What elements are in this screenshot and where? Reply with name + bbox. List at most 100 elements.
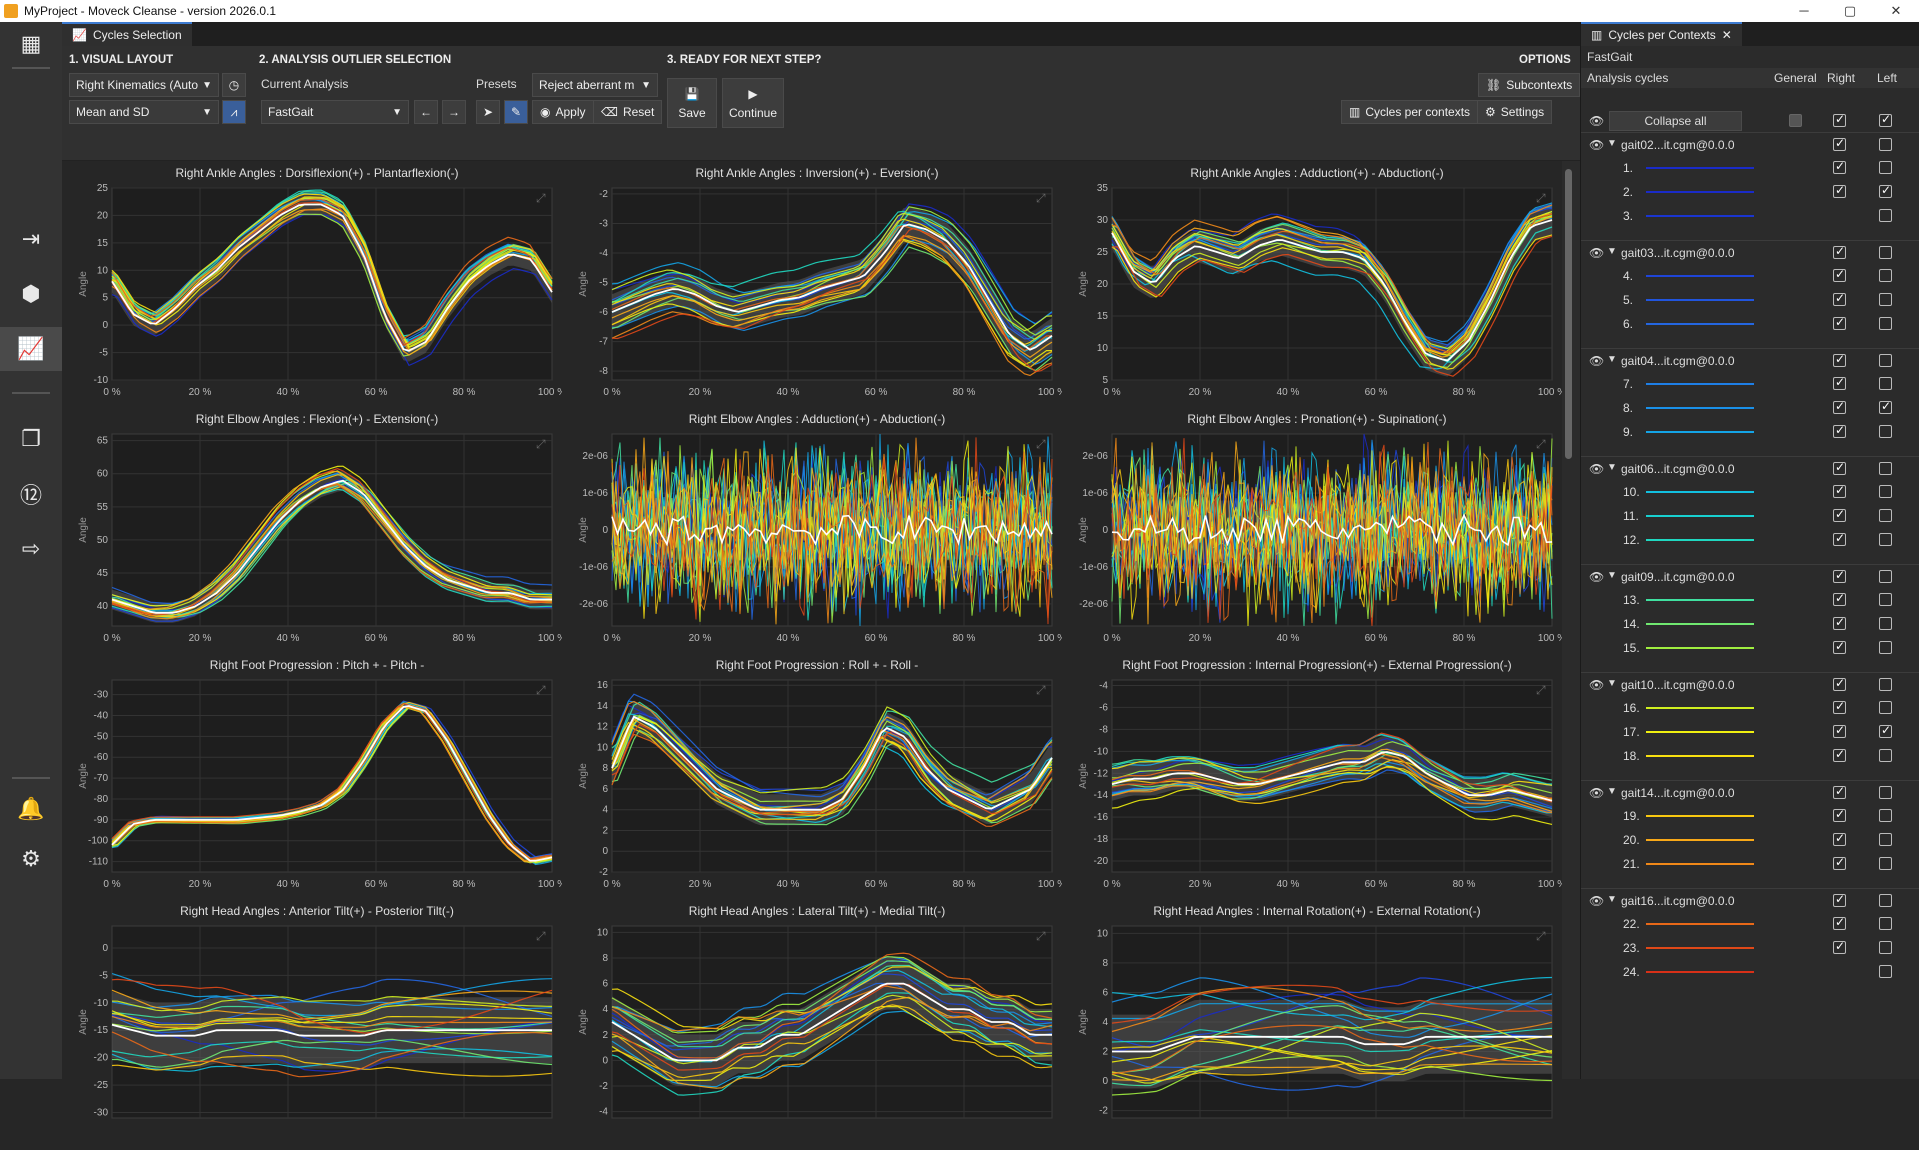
cycle-left-checkbox[interactable] xyxy=(1879,941,1892,954)
eye-icon[interactable]: 👁 xyxy=(1589,138,1604,152)
cycle-left-checkbox[interactable] xyxy=(1879,641,1892,654)
group-right-checkbox[interactable] xyxy=(1833,352,1846,367)
eye-icon[interactable]: 👁 xyxy=(1589,114,1604,128)
expand-icon[interactable]: ⤢ xyxy=(1535,683,1546,697)
tab-cycles-selection[interactable]: 📈 Cycles Selection xyxy=(62,22,192,46)
cycle-left-checkbox[interactable] xyxy=(1879,617,1892,630)
cycle-left-checkbox[interactable] xyxy=(1879,533,1892,546)
cycle-left-checkbox[interactable] xyxy=(1879,857,1892,870)
plot-panel[interactable]: Right Ankle Angles : Adduction(+) - Abdu… xyxy=(1072,166,1562,412)
close-button[interactable]: ✕ xyxy=(1873,3,1919,19)
cycle-right-checkbox[interactable] xyxy=(1833,747,1846,762)
expand-icon[interactable]: ⤢ xyxy=(1035,683,1046,697)
cycle-left-checkbox[interactable] xyxy=(1879,399,1892,414)
previous-button[interactable]: ← xyxy=(414,100,438,124)
plot-panel[interactable]: Right Ankle Angles : Inversion(+) - Ever… xyxy=(572,166,1062,412)
expand-triangle-icon[interactable]: ▼ xyxy=(1607,570,1617,581)
plot-panel[interactable]: Right Elbow Angles : Flexion(+) - Extens… xyxy=(72,412,562,658)
bell-icon[interactable]: 🔔 xyxy=(0,787,62,831)
cycles-per-contexts-button[interactable]: ▥ Cycles per contexts xyxy=(1341,100,1479,124)
import-icon[interactable]: ⇥ xyxy=(0,217,62,261)
settings-button[interactable]: ⚙ Settings xyxy=(1477,100,1553,124)
group-right-checkbox[interactable] xyxy=(1833,784,1846,799)
expand-icon[interactable]: ⤢ xyxy=(1535,437,1546,451)
cycle-left-checkbox[interactable] xyxy=(1879,749,1892,762)
group-left-checkbox[interactable] xyxy=(1879,894,1892,907)
expand-triangle-icon[interactable]: ▼ xyxy=(1607,462,1617,473)
plot-panel[interactable]: Right Head Angles : Anterior Tilt(+) - P… xyxy=(72,904,562,1150)
save-button[interactable]: 💾 Save xyxy=(667,78,717,128)
cycle-left-checkbox[interactable] xyxy=(1879,425,1892,438)
eye-icon[interactable]: 👁 xyxy=(1589,462,1604,476)
cycle-left-checkbox[interactable] xyxy=(1879,293,1892,306)
expand-triangle-icon[interactable]: ▼ xyxy=(1607,894,1617,905)
close-icon[interactable]: ✕ xyxy=(1722,28,1732,42)
group-right-checkbox[interactable] xyxy=(1833,244,1846,259)
next-button[interactable]: → xyxy=(442,100,466,124)
cycle-left-checkbox[interactable] xyxy=(1879,161,1892,174)
cycle-left-checkbox[interactable] xyxy=(1879,723,1892,738)
cycle-left-checkbox[interactable] xyxy=(1879,509,1892,522)
group-left-checkbox[interactable] xyxy=(1879,678,1892,691)
plot-panel[interactable]: Right Elbow Angles : Pronation(+) - Supi… xyxy=(1072,412,1562,658)
cycle-right-checkbox[interactable] xyxy=(1833,267,1846,282)
expand-triangle-icon[interactable]: ▼ xyxy=(1607,354,1617,365)
left-all-checkbox[interactable] xyxy=(1879,112,1892,127)
cycle-left-checkbox[interactable] xyxy=(1879,701,1892,714)
group-left-checkbox[interactable] xyxy=(1879,570,1892,583)
cycle-right-checkbox[interactable] xyxy=(1833,159,1846,174)
cycle-right-checkbox[interactable] xyxy=(1833,939,1846,954)
group-right-checkbox[interactable] xyxy=(1833,676,1846,691)
plot-panel[interactable]: Right Elbow Angles : Adduction(+) - Abdu… xyxy=(572,412,1062,658)
eye-icon[interactable]: 👁 xyxy=(1589,678,1604,692)
cycle-left-checkbox[interactable] xyxy=(1879,183,1892,198)
cube-icon[interactable]: ⬢ xyxy=(0,272,62,316)
group-left-checkbox[interactable] xyxy=(1879,138,1892,151)
group-right-checkbox[interactable] xyxy=(1833,892,1846,907)
minimize-button[interactable]: ─ xyxy=(1781,3,1827,19)
cycle-left-checkbox[interactable] xyxy=(1879,377,1892,390)
group-left-checkbox[interactable] xyxy=(1879,462,1892,475)
right-all-checkbox[interactable] xyxy=(1833,112,1846,127)
pen-tool-button[interactable]: ✎ xyxy=(504,100,528,124)
cycle-right-checkbox[interactable] xyxy=(1833,915,1846,930)
history-button[interactable]: ◷ xyxy=(222,73,246,97)
cycle-right-checkbox[interactable] xyxy=(1833,855,1846,870)
cycle-right-checkbox[interactable] xyxy=(1833,531,1846,546)
cycle-right-checkbox[interactable] xyxy=(1833,699,1846,714)
eye-icon[interactable]: 👁 xyxy=(1589,246,1604,260)
cycle-right-checkbox[interactable] xyxy=(1833,375,1846,390)
plot-panel[interactable]: Right Foot Progression : Roll + - Roll -… xyxy=(572,658,1062,904)
expand-icon[interactable]: ⤢ xyxy=(1535,929,1546,943)
expand-icon[interactable]: ⤢ xyxy=(1035,437,1046,451)
cycle-right-checkbox[interactable] xyxy=(1833,591,1846,606)
analysis-select[interactable]: FastGait ▼ xyxy=(261,100,409,124)
expand-icon[interactable]: ⤢ xyxy=(535,929,546,943)
cycle-left-checkbox[interactable] xyxy=(1879,809,1892,822)
tab-cycles-per-contexts[interactable]: ▥ Cycles per Contexts ✕ xyxy=(1581,22,1742,46)
subcontexts-button[interactable]: ⛓ Subcontexts xyxy=(1478,73,1581,97)
chart-mode-button[interactable]: ⩘ xyxy=(222,100,246,124)
maximize-button[interactable]: ▢ xyxy=(1827,3,1873,19)
gear-icon[interactable]: ⚙ xyxy=(0,837,62,881)
cycle-right-checkbox[interactable] xyxy=(1833,315,1846,330)
expand-icon[interactable]: ⤢ xyxy=(535,437,546,451)
dashboard-icon[interactable]: ▦ xyxy=(0,22,62,66)
expand-icon[interactable]: ⤢ xyxy=(535,683,546,697)
cycle-right-checkbox[interactable] xyxy=(1833,807,1846,822)
continue-button[interactable]: ▶ Continue xyxy=(722,78,784,128)
cycle-right-checkbox[interactable] xyxy=(1833,507,1846,522)
pointer-tool-button[interactable]: ➤ xyxy=(476,100,500,124)
cycle-right-checkbox[interactable] xyxy=(1833,183,1846,198)
cycle-left-checkbox[interactable] xyxy=(1879,317,1892,330)
apply-button[interactable]: ◉ Apply xyxy=(532,100,594,124)
scrollbar-thumb[interactable] xyxy=(1565,169,1572,459)
general-checkbox[interactable] xyxy=(1789,114,1802,127)
plot-panel[interactable]: Right Foot Progression : Pitch + - Pitch… xyxy=(72,658,562,904)
plots-scrollbar[interactable] xyxy=(1564,167,1573,1072)
group-left-checkbox[interactable] xyxy=(1879,354,1892,367)
plot-panel[interactable]: Right Head Angles : Lateral Tilt(+) - Me… xyxy=(572,904,1062,1150)
group-left-checkbox[interactable] xyxy=(1879,786,1892,799)
cycle-left-checkbox[interactable] xyxy=(1879,833,1892,846)
presets-select[interactable]: Reject aberrant m ▼ xyxy=(532,73,658,97)
